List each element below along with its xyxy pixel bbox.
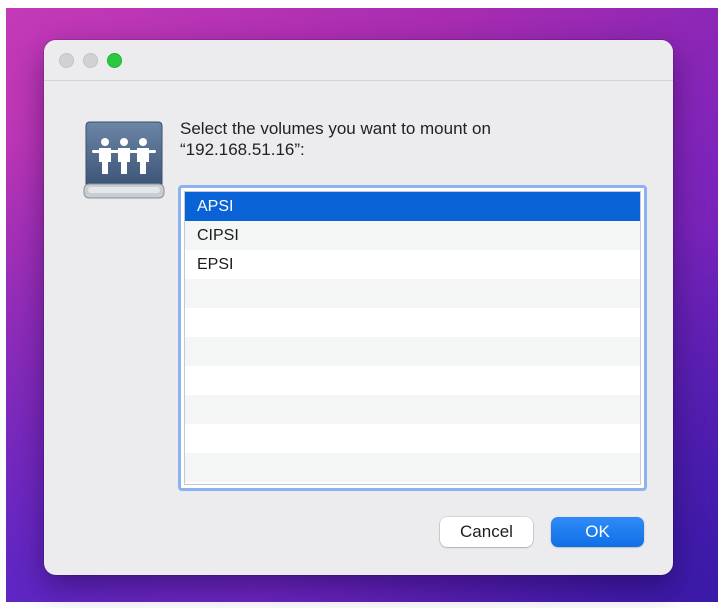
close-button[interactable] — [59, 53, 74, 68]
prompt-line-1: Select the volumes you want to mount on — [180, 119, 491, 138]
ok-button[interactable]: OK — [551, 517, 644, 547]
list-item[interactable]: CIPSI — [185, 221, 640, 250]
prompt-line-2: “192.168.51.16”: — [180, 140, 305, 159]
shared-network-drive-icon — [83, 121, 165, 199]
volumes-list-body: APSI CIPSI EPSI — [184, 191, 641, 485]
empty-list-row — [185, 337, 640, 366]
empty-list-row — [185, 308, 640, 337]
list-item[interactable]: APSI — [185, 192, 640, 221]
zoom-button[interactable] — [107, 53, 122, 68]
volumes-list[interactable]: APSI CIPSI EPSI — [178, 185, 647, 491]
dialog-prompt: Select the volumes you want to mount on … — [180, 118, 620, 160]
empty-list-row — [185, 395, 640, 424]
empty-list-row — [185, 366, 640, 395]
empty-list-row — [185, 279, 640, 308]
cancel-button[interactable]: Cancel — [440, 517, 533, 547]
empty-list-row — [185, 453, 640, 482]
empty-list-row — [185, 424, 640, 453]
title-bar — [44, 40, 673, 81]
minimize-button[interactable] — [83, 53, 98, 68]
mount-volumes-dialog: Select the volumes you want to mount on … — [44, 40, 673, 575]
list-item[interactable]: EPSI — [185, 250, 640, 279]
